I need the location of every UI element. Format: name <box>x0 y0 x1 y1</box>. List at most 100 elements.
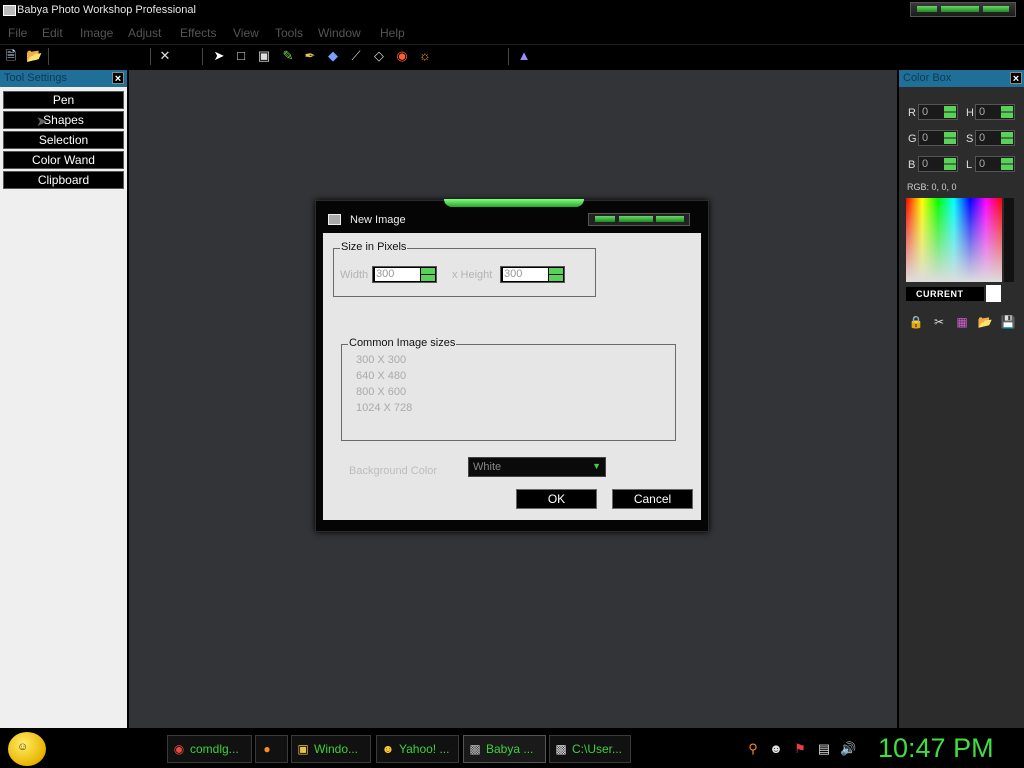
color-wand-button[interactable]: Color Wand <box>3 151 124 169</box>
menu-edit[interactable]: Edit <box>42 26 63 40</box>
open-folder-icon[interactable]: 📂 <box>26 49 42 63</box>
dialog-maximize-button[interactable] <box>619 216 653 222</box>
new-image-dialog: New Image Size in Pixels Width 300 x Hei… <box>315 199 709 532</box>
current-color-swatch[interactable] <box>986 285 1001 302</box>
channel-value: 0 <box>922 106 929 118</box>
ok-button[interactable]: OK <box>516 489 597 509</box>
size-group-title: Size in Pixels <box>340 241 408 253</box>
channel-g-input[interactable]: 0 <box>918 130 958 146</box>
task-label: C:\User... <box>572 742 623 756</box>
task-cmd[interactable]: ▩ C:\User... <box>549 735 631 763</box>
height-input[interactable]: 300 <box>500 266 565 283</box>
window-controls[interactable] <box>910 2 1016 17</box>
crop-icon[interactable]: ✕ <box>158 49 172 63</box>
spinner-icon[interactable] <box>1001 132 1013 144</box>
channel-value: 0 <box>979 158 986 170</box>
close-window-button[interactable] <box>983 6 1009 12</box>
palette-icon[interactable]: ▦ <box>954 314 970 330</box>
menu-effects[interactable]: Effects <box>180 26 216 40</box>
clipboard-button[interactable]: Clipboard <box>3 171 124 189</box>
menu-image[interactable]: Image <box>80 26 113 40</box>
size-option[interactable]: 640 X 480 <box>356 370 406 382</box>
channel-l-input[interactable]: 0 <box>975 156 1015 172</box>
taskbar: ☺ ◉ comdlg... ● ▣ Windo... ☻ Yahoo! ... ▩ Ba… <box>0 728 1024 768</box>
dialog-window-controls[interactable] <box>588 213 690 226</box>
spinner-icon[interactable] <box>944 106 956 118</box>
selection-button[interactable]: Selection <box>3 131 124 149</box>
cmd-icon: ▩ <box>555 742 567 756</box>
task-firefox[interactable]: ● <box>255 735 288 763</box>
cancel-button[interactable]: Cancel <box>612 489 693 509</box>
menu-view[interactable]: View <box>233 26 259 40</box>
stamp-icon[interactable]: ▲ <box>517 49 531 63</box>
shapes-button[interactable]: Shapes <box>3 111 124 129</box>
chevron-down-icon[interactable]: ▼ <box>592 461 601 471</box>
lasso-icon[interactable]: ▣ <box>257 49 271 63</box>
dialog-minimize-button[interactable] <box>595 216 615 222</box>
color-box-close-button[interactable]: × <box>1010 72 1022 85</box>
height-value[interactable]: 300 <box>503 268 548 281</box>
tool-settings-title: Tool Settings <box>4 72 67 84</box>
channel-h-input[interactable]: 0 <box>975 104 1015 120</box>
size-option[interactable]: 800 X 600 <box>356 386 406 398</box>
menu-bar: File Edit Image Adjust Effects View Tool… <box>0 22 1024 44</box>
channel-s-input[interactable]: 0 <box>975 130 1015 146</box>
color-picker-icon[interactable]: ◉ <box>395 49 409 63</box>
channel-label-s: S <box>966 133 974 145</box>
pen-button[interactable]: Pen <box>3 91 124 109</box>
tool-settings-close-button[interactable]: × <box>112 72 124 85</box>
width-spinner-icon[interactable] <box>421 268 435 281</box>
size-option[interactable]: 300 X 300 <box>356 354 406 366</box>
channel-r-input[interactable]: 0 <box>918 104 958 120</box>
spinner-icon[interactable] <box>1001 158 1013 170</box>
flag-icon[interactable]: ⚑ <box>792 741 808 757</box>
channel-label-b: B <box>908 159 916 171</box>
menu-tools[interactable]: Tools <box>275 26 303 40</box>
maximize-button[interactable] <box>941 6 979 12</box>
task-babya[interactable]: ▩ Babya ... <box>463 735 546 763</box>
rectangle-select-icon[interactable]: □ <box>234 49 248 63</box>
task-chrome[interactable]: ◉ comdlg... <box>167 735 252 763</box>
brush-icon[interactable]: ✒ <box>303 49 317 63</box>
toolbar-separator <box>202 48 203 65</box>
search-icon[interactable]: ⚲ <box>745 741 761 757</box>
clock: 10:47 PM <box>878 733 994 763</box>
new-file-icon[interactable]: 🗎 <box>4 49 18 63</box>
background-color-select[interactable]: White ▼ <box>468 457 606 477</box>
messenger-icon[interactable]: ☻ <box>768 741 784 757</box>
width-value[interactable]: 300 <box>375 268 420 281</box>
task-window[interactable]: ▣ Windo... <box>291 735 371 763</box>
pencil-icon[interactable]: ✎ <box>281 49 295 63</box>
background-color-label: Background Color <box>349 465 438 477</box>
spinner-icon[interactable] <box>1001 106 1013 118</box>
color-spectrum[interactable] <box>906 198 1002 282</box>
network-icon[interactable]: ▤ <box>816 741 832 757</box>
save-icon[interactable]: 💾 <box>1000 314 1016 330</box>
toolbar: 🗎 📂 ✕ ➤ □ ▣ ✎ ✒ ◆ ⟋ ◇ ◉ ☼ ▲ <box>0 44 1024 69</box>
title-bar: Babya Photo Workshop Professional <box>0 0 1024 22</box>
height-spinner-icon[interactable] <box>549 268 563 281</box>
channel-b-input[interactable]: 0 <box>918 156 958 172</box>
smudge-icon[interactable]: ☼ <box>418 49 432 63</box>
pointer-icon[interactable]: ➤ <box>212 49 226 63</box>
menu-help[interactable]: Help <box>380 26 405 40</box>
cut-icon[interactable]: ✂ <box>931 314 947 330</box>
menu-adjust[interactable]: Adjust <box>128 26 161 40</box>
line-icon[interactable]: ⟋ <box>349 49 363 63</box>
volume-icon[interactable]: 🔊 <box>840 741 856 757</box>
brightness-slider[interactable] <box>1004 198 1014 282</box>
folder-open-icon[interactable]: 📂 <box>977 314 993 330</box>
task-label: comdlg... <box>190 742 239 756</box>
minimize-button[interactable] <box>917 6 937 12</box>
spinner-icon[interactable] <box>944 158 956 170</box>
size-option[interactable]: 1024 X 728 <box>356 402 412 414</box>
width-input[interactable]: 300 <box>372 266 437 283</box>
eraser-icon[interactable]: ◇ <box>372 49 386 63</box>
menu-window[interactable]: Window <box>318 26 361 40</box>
lock-icon[interactable]: 🔒 <box>908 314 924 330</box>
task-yahoo[interactable]: ☻ Yahoo! ... <box>376 735 459 763</box>
menu-file[interactable]: File <box>8 26 27 40</box>
fill-icon[interactable]: ◆ <box>326 49 340 63</box>
dialog-close-button[interactable] <box>656 216 684 222</box>
spinner-icon[interactable] <box>944 132 956 144</box>
